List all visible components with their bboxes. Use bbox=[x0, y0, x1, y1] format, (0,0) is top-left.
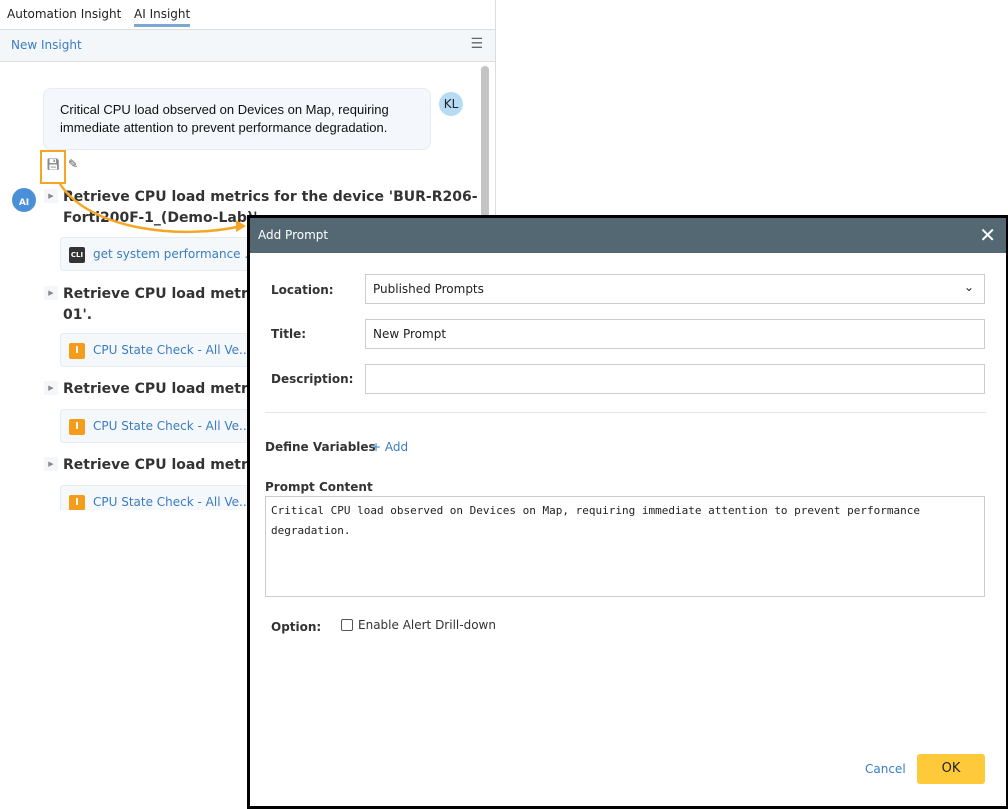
step-card[interactable]: I CPU State Check - All Ve... bbox=[60, 485, 260, 510]
dialog-title: Add Prompt bbox=[258, 228, 329, 242]
hamburger-icon[interactable]: ☰ bbox=[470, 36, 483, 52]
user-message: Critical CPU load observed on Devices on… bbox=[43, 88, 431, 150]
divider bbox=[265, 412, 986, 413]
expand-icon[interactable]: ▶ bbox=[44, 286, 58, 300]
tab-bar: Automation Insight AI Insight bbox=[0, 0, 495, 30]
save-icon[interactable]: 💾︎ bbox=[46, 158, 60, 171]
step-text-line: 01'. bbox=[63, 307, 93, 323]
enable-alert-drilldown-checkbox[interactable] bbox=[341, 619, 353, 631]
card-label[interactable]: CPU State Check - All Ve... bbox=[93, 343, 250, 357]
intent-icon: I bbox=[69, 495, 85, 510]
expand-icon[interactable]: ▶ bbox=[44, 381, 58, 395]
new-insight-link[interactable]: New Insight bbox=[11, 38, 82, 52]
step-card[interactable]: I CPU State Check - All Ve... bbox=[60, 333, 260, 367]
define-variables-label: Define Variables bbox=[265, 440, 376, 454]
cli-icon: CLI bbox=[69, 247, 85, 263]
title-label: Title: bbox=[271, 327, 307, 341]
location-label: Location: bbox=[271, 283, 334, 297]
expand-icon[interactable]: ▶ bbox=[44, 457, 58, 471]
add-variable-button[interactable]: + Add bbox=[371, 440, 408, 454]
description-label: Description: bbox=[271, 372, 354, 386]
intent-icon: I bbox=[69, 343, 85, 359]
ai-avatar-icon: AI bbox=[12, 188, 36, 212]
intent-icon: I bbox=[69, 419, 85, 435]
cancel-button[interactable]: Cancel bbox=[865, 762, 906, 776]
step-card[interactable]: I CPU State Check - All Ve... bbox=[60, 409, 260, 443]
chevron-down-icon: ⌄ bbox=[963, 280, 974, 294]
tab-automation-insight[interactable]: Automation Insight bbox=[7, 7, 121, 21]
step-card[interactable]: CLI get system performance ... bbox=[60, 237, 256, 271]
ok-button[interactable]: OK bbox=[917, 754, 985, 784]
add-prompt-dialog: Add Prompt ✕ Location: Published Prompts… bbox=[247, 215, 1008, 809]
card-label[interactable]: get system performance ... bbox=[93, 247, 256, 261]
location-select[interactable]: Published Prompts ⌄ bbox=[365, 274, 985, 304]
card-label[interactable]: CPU State Check - All Ve... bbox=[93, 419, 250, 433]
option-label: Option: bbox=[271, 620, 322, 634]
tab-ai-insight[interactable]: AI Insight bbox=[134, 7, 191, 27]
close-icon[interactable]: ✕ bbox=[979, 223, 996, 247]
avatar: KL bbox=[439, 92, 463, 116]
expand-icon[interactable]: ▶ bbox=[44, 189, 58, 203]
title-field[interactable]: New Prompt bbox=[365, 319, 985, 349]
edit-icon[interactable]: ✎ bbox=[68, 157, 78, 171]
card-label[interactable]: CPU State Check - All Ve... bbox=[93, 495, 250, 509]
description-field[interactable] bbox=[365, 364, 985, 394]
prompt-content-label: Prompt Content bbox=[265, 480, 373, 494]
dialog-header: Add Prompt ✕ bbox=[250, 218, 1006, 253]
location-value: Published Prompts bbox=[373, 282, 484, 296]
enable-alert-drilldown-label[interactable]: Enable Alert Drill-down bbox=[358, 618, 496, 632]
prompt-content-textarea[interactable]: Critical CPU load observed on Devices on… bbox=[265, 496, 985, 597]
toolbar: New Insight ☰ bbox=[0, 30, 495, 62]
